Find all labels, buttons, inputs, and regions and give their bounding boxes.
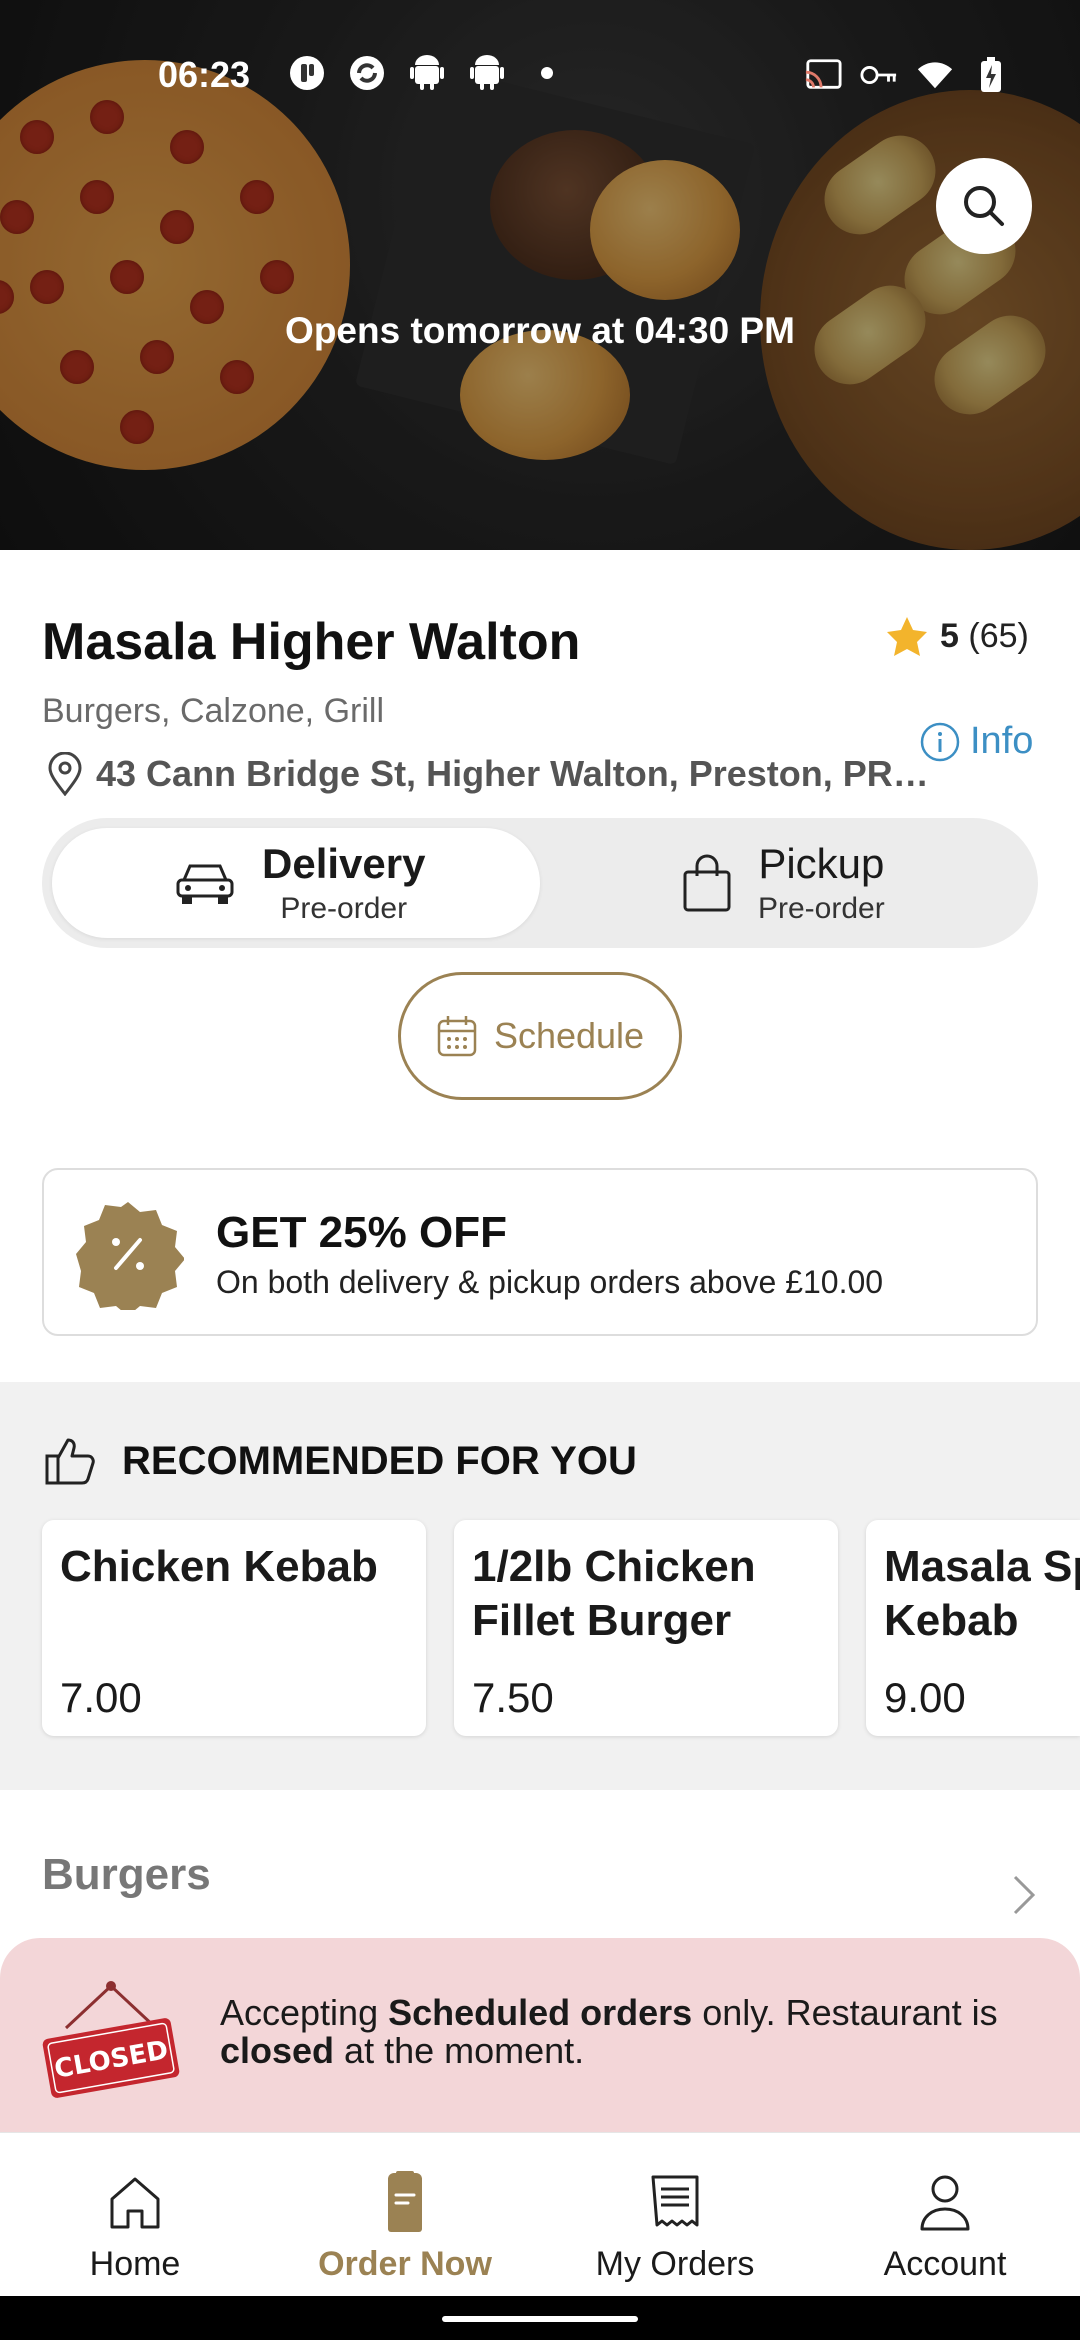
- hero-banner: 06:23 Opens tomorrow at 04:30 PM: [0, 0, 1080, 550]
- shopping-bag-icon: [683, 854, 731, 912]
- calendar-icon: [437, 1016, 477, 1057]
- star-icon: [887, 617, 927, 656]
- rating-count: (65): [968, 616, 1029, 655]
- search-button[interactable]: [936, 158, 1032, 254]
- delivery-label: Delivery: [262, 840, 426, 887]
- item-price: 9.00: [884, 1674, 966, 1721]
- thumbs-up-icon: [45, 1438, 95, 1485]
- nav-home-label: Home: [89, 2245, 181, 2283]
- closed-sign-icon: CLOSED: [42, 1981, 180, 2098]
- order-mode-toggle: Delivery Pre-order Pickup Pre-order: [42, 818, 1038, 948]
- promo-title: GET 25% OFF: [216, 1208, 507, 1257]
- rating[interactable]: 5 (65): [886, 616, 1029, 656]
- category-row-burgers[interactable]: Burgers: [0, 1820, 1080, 1940]
- battery-charging-icon: [972, 56, 1010, 94]
- pickup-label: Pickup: [758, 840, 885, 887]
- category-title: Burgers: [42, 1850, 211, 1899]
- location-pin-icon: [48, 752, 82, 796]
- android-icon: [468, 54, 506, 92]
- nav-order-now-label: Order Now: [318, 2245, 492, 2283]
- status-bar: 06:23: [0, 40, 1080, 110]
- info-label: Info: [970, 720, 1034, 762]
- restaurant-name: Masala Higher Walton: [42, 613, 581, 671]
- recommended-title: RECOMMENDED FOR YOU: [122, 1438, 637, 1483]
- closed-message: Accepting Scheduled orders only. Restaur…: [220, 1992, 998, 2071]
- item-price: 7.00: [60, 1674, 142, 1721]
- home-icon: [110, 2177, 160, 2229]
- status-time: 06:23: [158, 54, 251, 95]
- app-notification-icon: [288, 54, 326, 92]
- restaurant-address: 43 Cann Bridge St, Higher Walton, Presto…: [46, 752, 929, 796]
- item-name: 1/2lb Chicken Fillet Burger M…: [472, 1542, 756, 1645]
- vpn-key-icon: [860, 56, 898, 94]
- wifi-icon: [916, 56, 954, 94]
- order-now-icon: [388, 2171, 422, 2232]
- pickup-option[interactable]: Pickup Pre-order: [682, 818, 885, 948]
- recommended-heading: RECOMMENDED FOR YOU: [44, 1436, 637, 1486]
- address-text: 43 Cann Bridge St, Higher Walton, Presto…: [96, 753, 929, 794]
- opening-status-text: Opens tomorrow at 04:30 PM: [285, 310, 795, 351]
- delivery-option[interactable]: Delivery Pre-order: [174, 818, 425, 948]
- recommended-item-card[interactable]: Chicken Kebab 7.00: [42, 1520, 426, 1736]
- sync-notification-icon: [348, 54, 386, 92]
- nav-my-orders-label: My Orders: [595, 2245, 755, 2283]
- info-link[interactable]: Info: [920, 720, 1033, 763]
- person-icon: [920, 2175, 970, 2231]
- pickup-sublabel: Pre-order: [758, 892, 885, 925]
- item-price: 7.50: [472, 1674, 554, 1721]
- car-icon: [176, 864, 234, 904]
- promo-subtitle: On both delivery & pickup orders above £…: [216, 1264, 884, 1300]
- promo-card[interactable]: GET 25% OFF On both delivery & pickup or…: [42, 1168, 1038, 1336]
- schedule-button[interactable]: Schedule: [398, 972, 682, 1100]
- cast-icon: [804, 56, 842, 94]
- recommended-section: RECOMMENDED FOR YOU Chicken Kebab 7.00 1…: [0, 1382, 1080, 1790]
- nav-account-label: Account: [883, 2245, 1007, 2283]
- nav-home[interactable]: Home: [0, 2133, 270, 2297]
- nav-my-orders[interactable]: My Orders: [540, 2133, 810, 2297]
- delivery-sublabel: Pre-order: [280, 892, 408, 925]
- more-notifications-dot-icon: [528, 54, 566, 92]
- discount-badge-icon: [76, 1202, 184, 1310]
- item-name: Chicken Kebab: [60, 1542, 378, 1591]
- closed-banner: CLOSED Accepting Scheduled orders only. …: [0, 1938, 1080, 2138]
- android-icon: [408, 54, 446, 92]
- bottom-navigation: Home Order Now My Orders Account: [0, 2132, 1080, 2296]
- recommended-item-card[interactable]: 1/2lb Chicken Fillet Burger M… 7.50: [454, 1520, 838, 1736]
- cuisine-list: Burgers, Calzone, Grill: [42, 692, 385, 730]
- item-name: Masala Sp Kebab: [884, 1542, 1080, 1645]
- schedule-label: Schedule: [493, 1015, 645, 1056]
- rating-value: 5: [940, 616, 959, 655]
- gesture-nav-area: [0, 2296, 1080, 2340]
- nav-account[interactable]: Account: [810, 2133, 1080, 2297]
- nav-order-now[interactable]: Order Now: [270, 2133, 540, 2297]
- chevron-right-icon: [1013, 1875, 1036, 1915]
- recommended-item-card[interactable]: Masala Sp Kebab 9.00: [866, 1520, 1080, 1736]
- search-icon: [964, 186, 1004, 226]
- home-gesture-bar[interactable]: [442, 2316, 638, 2322]
- receipt-icon: [651, 2175, 699, 2227]
